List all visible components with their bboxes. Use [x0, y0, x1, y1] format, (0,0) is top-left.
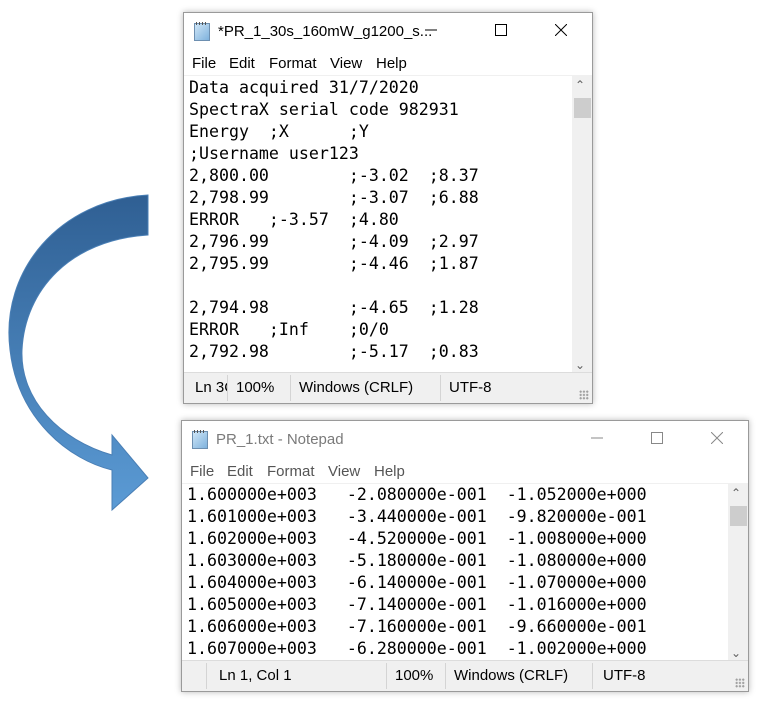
text-line: 1.604000e+003 -6.140000e-001 -1.070000e+…	[187, 573, 647, 592]
notepad-icon	[194, 22, 210, 41]
text-line: 1.602000e+003 -4.520000e-001 -1.008000e+…	[187, 529, 647, 548]
text-line: 2,798.99 ;-3.07 ;6.88	[189, 188, 479, 207]
close-button[interactable]	[538, 13, 584, 47]
menu-edit[interactable]: Edit	[229, 55, 255, 72]
menu-help[interactable]: Help	[376, 55, 407, 72]
text-line: ERROR ;-3.57 ;4.80	[189, 210, 399, 229]
menu-edit[interactable]: Edit	[227, 463, 253, 480]
notepad-window-output: PR_1.txt - Notepad File Edit Format View…	[181, 420, 749, 692]
window-title: PR_1.txt - Notepad	[216, 431, 344, 448]
text-line: 1.607000e+003 -6.280000e-001 -1.002000e+…	[187, 639, 647, 658]
encoding: UTF-8	[603, 667, 646, 684]
text-line: 2,796.99 ;-4.09 ;2.97	[189, 232, 479, 251]
maximize-button[interactable]	[478, 13, 524, 47]
scroll-down-icon[interactable]: ⌄	[731, 646, 741, 660]
notepad-window-source: *PR_1_30s_160mW_g1200_s... File Edit For…	[183, 12, 593, 404]
window-title: *PR_1_30s_160mW_g1200_s...	[218, 23, 433, 40]
text-line: Data acquired 31/7/2020	[189, 78, 419, 97]
curved-arrow-icon	[8, 194, 149, 512]
text-editor[interactable]: Data acquired 31/7/2020 SpectraX serial …	[184, 75, 592, 374]
minimize-button[interactable]	[574, 421, 620, 455]
text-line: ERROR ;Inf ;0/0	[189, 320, 389, 339]
zoom-level: 100%	[395, 667, 434, 684]
menu-format[interactable]: Format	[267, 463, 315, 480]
resize-grip[interactable]	[735, 678, 745, 688]
maximize-button[interactable]	[634, 421, 680, 455]
text-line: Energy ;X ;Y	[189, 122, 369, 141]
scroll-up-icon[interactable]: ⌃	[731, 486, 741, 500]
text-line: 1.601000e+003 -3.440000e-001 -9.820000e-…	[187, 507, 647, 526]
text-line: 2,794.98 ;-4.65 ;1.28	[189, 298, 479, 317]
menu-file[interactable]: File	[190, 463, 214, 480]
menu-format[interactable]: Format	[269, 55, 317, 72]
menu-bar: File Edit Format View Help	[184, 51, 592, 75]
scrollbar-thumb[interactable]	[730, 506, 747, 526]
encoding: UTF-8	[449, 379, 492, 396]
text-line: 1.603000e+003 -5.180000e-001 -1.080000e+…	[187, 551, 647, 570]
menu-file[interactable]: File	[192, 55, 216, 72]
text-line: 1.600000e+003 -2.080000e-001 -1.052000e+…	[187, 485, 647, 504]
vertical-scrollbar[interactable]: ⌃ ⌄	[728, 484, 748, 662]
text-line: 2,800.00 ;-3.02 ;8.37	[189, 166, 479, 185]
menu-bar: File Edit Format View Help	[182, 459, 748, 483]
cursor-position: Ln 3C	[195, 379, 227, 396]
text-line: ;Username user123	[189, 144, 359, 163]
menu-view[interactable]: View	[328, 463, 360, 480]
line-ending: Windows (CRLF)	[299, 379, 414, 396]
cursor-position: Ln 1, Col 1	[219, 667, 292, 684]
title-bar[interactable]: PR_1.txt - Notepad	[182, 421, 748, 459]
text-line: 2,792.98 ;-5.17 ;0.83	[189, 342, 479, 361]
title-bar[interactable]: *PR_1_30s_160mW_g1200_s...	[184, 13, 592, 51]
status-bar: Ln 1, Col 1 100% Windows (CRLF) UTF-8	[182, 660, 748, 691]
scrollbar-thumb[interactable]	[574, 98, 591, 118]
scroll-down-icon[interactable]: ⌄	[575, 358, 585, 372]
text-line: SpectraX serial code 982931	[189, 100, 459, 119]
resize-grip[interactable]	[579, 390, 589, 400]
menu-view[interactable]: View	[330, 55, 362, 72]
close-button[interactable]	[694, 421, 740, 455]
text-line: 1.606000e+003 -7.160000e-001 -9.660000e-…	[187, 617, 647, 636]
text-line: 1.605000e+003 -7.140000e-001 -1.016000e+…	[187, 595, 647, 614]
scroll-up-icon[interactable]: ⌃	[575, 78, 585, 92]
status-bar: Ln 3C 100% Windows (CRLF) UTF-8	[184, 372, 592, 403]
vertical-scrollbar[interactable]: ⌃ ⌄	[572, 76, 592, 374]
text-line: 2,795.99 ;-4.46 ;1.87	[189, 254, 479, 273]
line-ending: Windows (CRLF)	[454, 667, 569, 684]
zoom-level: 100%	[236, 379, 275, 396]
menu-help[interactable]: Help	[374, 463, 405, 480]
notepad-icon	[192, 430, 208, 449]
text-editor[interactable]: 1.600000e+003 -2.080000e-001 -1.052000e+…	[182, 483, 748, 662]
minimize-button[interactable]	[408, 13, 454, 47]
